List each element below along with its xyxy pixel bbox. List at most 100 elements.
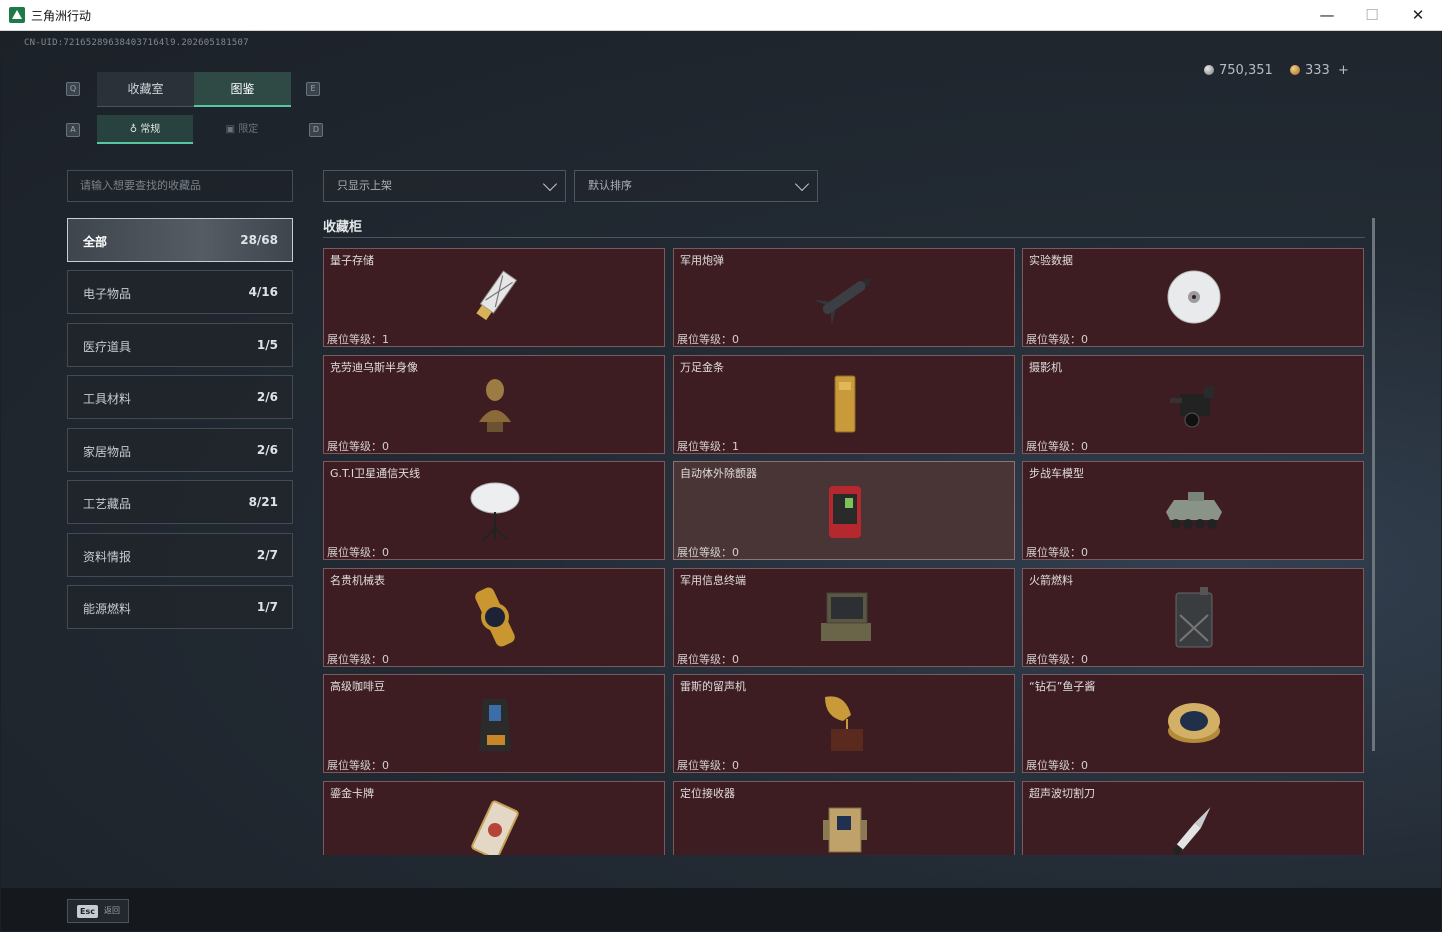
collectible-card[interactable]: 摄影机 展位等级：0 (1022, 354, 1364, 454)
tab-collection-room[interactable]: 收藏室 (97, 72, 194, 107)
collectible-card[interactable]: 名贵机械表 展位等级：0 (323, 567, 665, 667)
collectible-name: 自动体外除颤器 (680, 467, 757, 480)
collectible-card[interactable]: 实验数据 展位等级：0 (1022, 248, 1364, 347)
category-label: 医疗道具 (83, 340, 132, 354)
collectible-name: 克劳迪乌斯半身像 (330, 360, 418, 374)
booth-level-value: 1 (732, 439, 739, 453)
booth-level-prefix: 展位等级： (677, 652, 732, 666)
booth-level-value: 0 (732, 333, 739, 346)
category-electronics[interactable]: 电子物品 4/16 (67, 270, 293, 314)
booth-level-prefix: 展位等级： (327, 546, 382, 559)
silver-amount: 750,351 (1219, 63, 1273, 78)
booth-level-value: 0 (382, 759, 389, 772)
collectible-card[interactable]: G.T.I卫星通信天线 展位等级：0 (323, 461, 665, 560)
sort-dropdown[interactable]: 默认排序 (574, 170, 818, 202)
shelf-filter-value: 只显示上架 (337, 179, 392, 192)
category-count: 4/16 (248, 285, 278, 299)
booth-level: 展位等级：0 (327, 757, 389, 773)
subtab-limited[interactable]: ▣ 限定 (194, 115, 290, 144)
game-area: CN-UID:721652896384037164l9.202605181507… (1, 31, 1441, 931)
booth-level: 展位等级：0 (1026, 331, 1088, 347)
subtab-normal[interactable]: ♁ 常规 (97, 115, 193, 144)
collectible-card[interactable]: 步战车模型 展位等级：0 (1022, 461, 1364, 560)
gold-currency: 333 + (1290, 63, 1349, 78)
category-count: 1/7 (256, 600, 278, 614)
shelf-filter-dropdown[interactable]: 只显示上架 (323, 170, 566, 202)
booth-level-prefix: 展位等级： (677, 439, 732, 453)
booth-level-prefix: 展位等级： (677, 333, 732, 346)
collectible-card[interactable]: 火箭燃料 展位等级：0 (1022, 567, 1364, 667)
category-label: 资料情报 (83, 550, 132, 564)
booth-level-value: 0 (382, 546, 389, 559)
category-energy[interactable]: 能源燃料 1/7 (67, 585, 293, 629)
category-crafts[interactable]: 工艺藏品 8/21 (67, 480, 293, 524)
collectible-card[interactable]: 量子存储 展位等级：1 (323, 248, 665, 347)
booth-level: 展位等级：0 (677, 757, 739, 773)
satellite-dish-icon (465, 478, 525, 542)
booth-level: 展位等级：0 (1026, 757, 1088, 773)
collectible-name: 火箭燃料 (1029, 573, 1073, 587)
collectible-card[interactable]: 定位接收器 (673, 780, 1015, 855)
category-all[interactable]: 全部 28/68 (67, 218, 293, 262)
player-uid: CN-UID:721652896384037164l9.202605181507 (24, 38, 249, 48)
maximize-button[interactable]: ☐ (1349, 0, 1395, 31)
defibrillator-icon (815, 478, 875, 542)
keycap-prev-tab: Q (66, 82, 80, 96)
window-titlebar: 三角洲行动 — ☐ ✕ (0, 0, 1442, 31)
collectible-name: 雷斯的留声机 (680, 680, 746, 693)
category-label: 工具材料 (83, 392, 132, 406)
collectible-card[interactable]: “钻石”鱼子酱 展位等级：0 (1022, 674, 1364, 773)
collectible-card[interactable]: 超声波切割刀 (1022, 780, 1364, 855)
collectible-card[interactable]: 自动体外除颤器 展位等级：0 (673, 461, 1015, 560)
booth-level-prefix: 展位等级： (327, 333, 382, 346)
collectible-card[interactable]: 军用信息终端 展位等级：0 (673, 567, 1015, 667)
category-household[interactable]: 家居物品 2/6 (67, 428, 293, 472)
tab-handbook[interactable]: 图鉴 (194, 72, 291, 107)
gold-amount: 333 (1305, 63, 1330, 78)
booth-level-prefix: 展位等级： (1026, 652, 1081, 666)
app-logo-icon (9, 7, 25, 23)
section-title: 收藏柜 (323, 220, 363, 235)
collectible-card[interactable]: 克劳迪乌斯半身像 展位等级：0 (323, 354, 665, 454)
booth-level-prefix: 展位等级： (1026, 439, 1081, 453)
collectible-card[interactable]: 万足金条 展位等级：1 (673, 354, 1015, 454)
category-count: 28/68 (240, 233, 278, 247)
watch-icon (465, 585, 525, 649)
back-label: 返回 (104, 906, 120, 915)
back-button[interactable]: Esc 返回 (67, 899, 129, 923)
booth-level-value: 0 (382, 439, 389, 453)
fuel-canister-icon (1164, 585, 1224, 649)
search-input[interactable]: 请输入想要查找的收藏品 (67, 170, 293, 202)
card-icon (465, 798, 525, 855)
ifv-model-icon (1164, 478, 1224, 542)
keycap-next-subtab: D (309, 123, 323, 137)
collectible-card[interactable]: 军用炮弹 展位等级：0 (673, 248, 1015, 347)
booth-level-value: 0 (1081, 759, 1088, 772)
collectible-name: G.T.I卫星通信天线 (330, 467, 421, 480)
close-button[interactable]: ✕ (1395, 0, 1441, 31)
category-tools[interactable]: 工具材料 2/6 (67, 375, 293, 419)
grid-scrollbar[interactable] (1372, 218, 1375, 751)
booth-level-prefix: 展位等级： (327, 652, 382, 666)
gold-bar-icon (815, 372, 875, 436)
booth-level: 展位等级：0 (327, 651, 389, 667)
collectible-name: 步战车模型 (1029, 467, 1084, 480)
collectible-card[interactable]: 鎏金卡牌 (323, 780, 665, 855)
collectible-name: 超声波切割刀 (1029, 786, 1095, 800)
add-currency-button[interactable]: + (1338, 63, 1349, 78)
subtab-normal-label: 常规 (140, 124, 161, 135)
category-label: 电子物品 (83, 287, 132, 301)
coffee-bag-icon (465, 691, 525, 755)
category-count: 1/5 (256, 338, 278, 352)
category-intel[interactable]: 资料情报 2/7 (67, 533, 293, 577)
collectible-card[interactable]: 雷斯的留声机 展位等级：0 (673, 674, 1015, 773)
camera-icon (1164, 372, 1224, 436)
booth-level-value: 0 (732, 652, 739, 666)
caviar-tin-icon (1164, 691, 1224, 755)
minimize-button[interactable]: — (1304, 0, 1350, 31)
chevron-down-icon (542, 176, 558, 192)
subtab-limited-label: 限定 (238, 124, 259, 135)
collectible-card[interactable]: 高级咖啡豆 展位等级：0 (323, 674, 665, 773)
category-medical[interactable]: 医疗道具 1/5 (67, 323, 293, 367)
booth-level-prefix: 展位等级： (1026, 333, 1081, 346)
